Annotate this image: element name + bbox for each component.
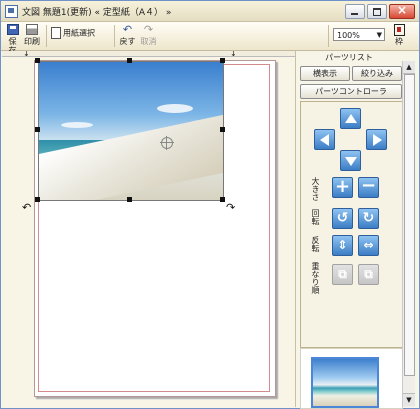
parts-controller-button[interactable]: パーツコントローラ	[300, 84, 402, 99]
flip-vertical-button[interactable]: ⇕	[332, 235, 353, 256]
toolbar-separator	[46, 25, 47, 47]
maximize-button[interactable]	[367, 4, 387, 19]
scroll-thumb[interactable]	[404, 74, 415, 376]
chevron-down-icon: ▼	[376, 31, 382, 39]
list-view-button[interactable]: 横表示	[300, 66, 350, 81]
parts-controller-box: 大きさ + − 回転 ↺ ↻ 反転 ⇕ ⇔ 重なり順 ⧉ ⧉	[300, 101, 403, 348]
arrow-up-icon	[345, 114, 357, 123]
flip-label: 反転	[311, 236, 320, 252]
print-icon	[26, 24, 38, 35]
top-ruler	[2, 51, 295, 57]
close-button[interactable]	[389, 3, 415, 19]
resize-handle-left[interactable]	[35, 127, 40, 132]
rotate-label: 回転	[311, 209, 320, 225]
resize-handle-top[interactable]	[127, 58, 132, 63]
arrow-left-icon	[320, 134, 329, 146]
frame-button[interactable]: 枠	[391, 24, 407, 46]
move-left-button[interactable]	[314, 129, 335, 150]
send-backward-icon: ⧉	[364, 267, 373, 281]
parts-panel: パーツリスト 横表示 絞り込み パーツコントローラ 大きさ + − 回転 ↺ ↻…	[297, 51, 419, 409]
rotate-right-icon: ↻	[362, 210, 375, 226]
bring-forward-icon: ⧉	[338, 267, 347, 281]
minus-icon: −	[360, 175, 377, 196]
flip-vertical-icon: ⇕	[337, 238, 348, 252]
move-down-button[interactable]	[340, 150, 361, 171]
resize-handle-top-left[interactable]	[35, 58, 40, 63]
move-right-button[interactable]	[366, 129, 387, 150]
center-crosshair-icon[interactable]	[160, 136, 174, 150]
zoom-value: 100%	[337, 31, 360, 40]
panel-scrollbar[interactable]: ▲ ▼	[402, 61, 415, 407]
filter-button[interactable]: 絞り込み	[352, 66, 402, 81]
paper-icon	[51, 27, 61, 39]
window-controls	[345, 3, 415, 19]
shrink-button[interactable]: −	[358, 177, 379, 198]
arrow-down-icon	[345, 157, 357, 166]
undo-icon: ↶	[122, 23, 133, 36]
redo-label: 取消	[140, 37, 157, 46]
title-bar: 文図 無題1(更新) « 定型紙（A４） »	[1, 1, 419, 22]
redo-button[interactable]: ↷ 取消	[140, 23, 157, 46]
undo-label: 戻す	[119, 37, 136, 46]
undo-button[interactable]: ↶ 戻す	[119, 23, 136, 46]
frame-label: 枠	[395, 37, 403, 46]
paper-select-button[interactable]: 用紙選択	[51, 27, 111, 39]
scroll-up-icon[interactable]: ▲	[403, 61, 415, 74]
zoom-select[interactable]: 100% ▼	[333, 28, 385, 41]
ruler-left-marker-icon: ↓	[23, 51, 30, 58]
rotate-left-icon: ↺	[336, 210, 349, 226]
send-backward-button[interactable]: ⧉	[358, 264, 379, 285]
resize-handle-right[interactable]	[220, 127, 225, 132]
photo-cloud	[157, 104, 193, 113]
bring-forward-button[interactable]: ⧉	[332, 264, 353, 285]
print-label: 印刷	[24, 37, 40, 46]
layout-canvas[interactable]: ↓ ↓ ↶ ↷	[2, 51, 296, 407]
save-icon	[6, 24, 19, 35]
parts-list-title: パーツリスト	[325, 53, 373, 62]
parts-thumbnail-list	[300, 348, 403, 409]
app-window: 文図 無題1(更新) « 定型紙（A４） » 保存 印刷 用紙選択 ↶ 戻す ↷…	[0, 0, 420, 409]
app-icon	[5, 5, 18, 18]
paper-select-label: 用紙選択	[63, 28, 95, 38]
flip-horizontal-button[interactable]: ⇔	[358, 235, 379, 256]
order-label: 重なり順	[311, 262, 320, 294]
rotate-right-button[interactable]: ↻	[358, 208, 379, 229]
arrow-right-icon	[373, 134, 382, 146]
resize-handle-bottom[interactable]	[127, 197, 132, 202]
resize-handle-bottom-left[interactable]	[35, 197, 40, 202]
rotate-handle-right-icon[interactable]: ↷	[226, 202, 235, 213]
photo-thumbnail[interactable]	[311, 357, 379, 408]
scroll-down-icon[interactable]: ▼	[403, 393, 415, 406]
minimize-button[interactable]	[345, 4, 365, 19]
move-up-button[interactable]	[340, 108, 361, 129]
frame-icon	[393, 24, 405, 36]
rotate-left-button[interactable]: ↺	[332, 208, 353, 229]
ruler-right-marker-icon: ↓	[230, 51, 237, 58]
enlarge-button[interactable]: +	[332, 177, 353, 198]
resize-handle-bottom-right[interactable]	[220, 197, 225, 202]
size-label: 大きさ	[311, 177, 320, 201]
print-button[interactable]: 印刷	[23, 23, 41, 46]
plus-icon: +	[334, 176, 351, 197]
redo-icon: ↷	[143, 23, 154, 36]
toolbar-separator	[114, 25, 115, 47]
rotate-handle-left-icon[interactable]: ↶	[22, 202, 31, 213]
toolbar-separator	[328, 25, 329, 47]
window-title: 文図 無題1(更新) « 定型紙（A４） »	[22, 8, 172, 18]
flip-horizontal-icon: ⇔	[363, 238, 374, 252]
photo-cloud	[61, 122, 93, 128]
selected-photo-part[interactable]	[38, 61, 224, 201]
resize-handle-top-right[interactable]	[220, 58, 225, 63]
